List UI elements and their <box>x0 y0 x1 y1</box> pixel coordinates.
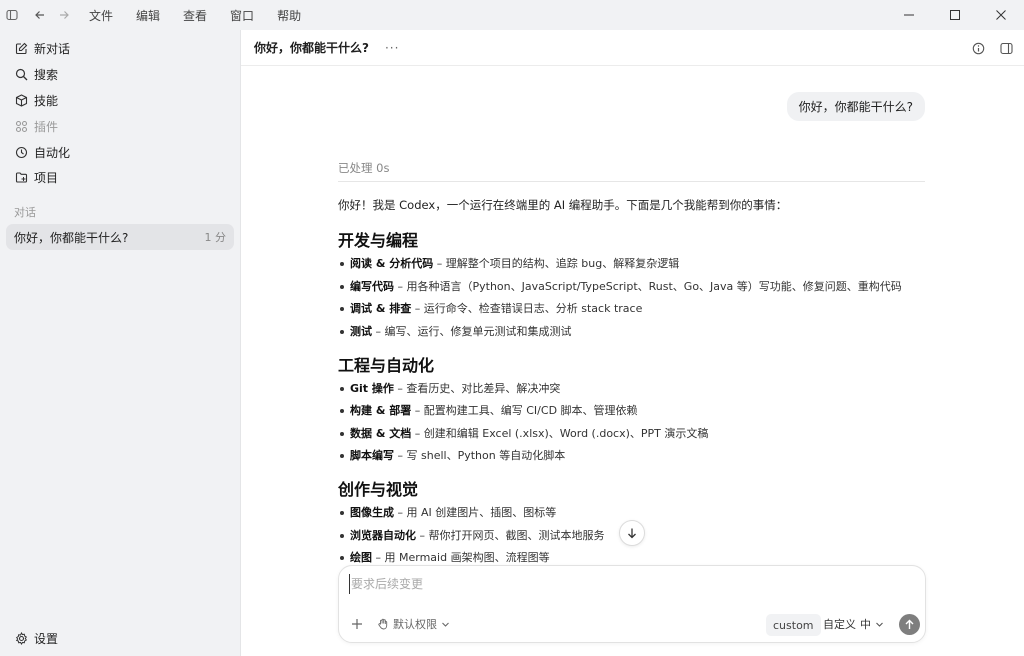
attach-button[interactable] <box>349 616 365 632</box>
sidebar-item-search[interactable]: 搜索 <box>8 62 234 86</box>
list-item: 编写代码 – 用各种语言（Python、JavaScript/TypeScrip… <box>338 279 938 295</box>
minimize-button[interactable] <box>886 0 932 30</box>
scrollbar[interactable] <box>1016 66 1024 656</box>
plus-icon <box>352 619 362 629</box>
chevron-down-icon <box>876 622 883 627</box>
panel-toggle-icon[interactable] <box>998 40 1014 56</box>
list-item: 测试 – 编写、运行、修复单元测试和集成测试 <box>338 324 938 340</box>
sidebar: 新对话 搜索 技能 插件 自动化 项目 对话 你好，你都能干什么? 1 分 设置 <box>0 30 241 656</box>
assistant-response: 你好！我是 Codex，一个运行在终端里的 AI 编程助手。下面是几个我能帮到你… <box>338 197 938 573</box>
maximize-icon <box>950 10 960 20</box>
gear-icon <box>14 631 28 645</box>
maximize-button[interactable] <box>932 0 978 30</box>
model-dropdown[interactable]: 自定义 中 <box>823 616 884 632</box>
chat-title: 你好，你都能干什么? <box>254 41 369 55</box>
forward-arrow-icon[interactable] <box>55 6 73 24</box>
scroll-to-bottom-button[interactable] <box>619 520 645 546</box>
menu-view[interactable]: 查看 <box>183 7 207 24</box>
model-effort: 中 <box>860 618 871 631</box>
search-icon <box>14 67 28 81</box>
model-label: 自定义 <box>823 618 856 631</box>
close-icon <box>996 10 1006 20</box>
user-message-bubble: 你好，你都能干什么? <box>786 92 925 121</box>
permission-dropdown[interactable]: 默认权限 <box>377 616 450 632</box>
menu-file[interactable]: 文件 <box>89 7 113 24</box>
processing-status[interactable]: 已处理 0s <box>338 160 389 176</box>
list-item: 脚本编写 – 写 shell、Python 等自动化脚本 <box>338 448 938 464</box>
chevron-down-icon <box>442 622 449 627</box>
clock-icon <box>14 145 28 159</box>
bullet-list: Git 操作 – 查看历史、对比差异、解决冲突 构建 & 部署 – 配置构建工具… <box>338 381 938 465</box>
message-input[interactable] <box>349 574 909 594</box>
section-heading: 工程与自动化 <box>338 355 435 375</box>
message-composer: 默认权限 custom 自定义 中 <box>338 565 926 643</box>
edit-icon <box>14 41 28 55</box>
menu-help[interactable]: 帮助 <box>277 7 301 24</box>
list-item: 调试 & 排查 – 运行命令、检查错误日志、分析 stack trace <box>338 301 938 317</box>
cube-icon <box>14 93 28 107</box>
arrow-down-icon <box>628 528 636 539</box>
main-panel: 你好，你都能干什么? ··· 你好，你都能干什么? 已处理 0s 你好！我是 C… <box>241 30 1024 656</box>
section-label-conversations: 对话 <box>14 206 36 219</box>
settings-label: 设置 <box>34 631 59 646</box>
more-options-button[interactable]: ··· <box>385 41 399 55</box>
conversation-title: 你好，你都能干什么? <box>14 230 129 245</box>
sidebar-item-plugins[interactable]: 插件 <box>8 114 234 138</box>
conversation-time: 1 分 <box>204 231 227 244</box>
list-item: 阅读 & 分析代码 – 理解整个项目的结构、追踪 bug、解释复杂逻辑 <box>338 256 938 272</box>
sidebar-item-label: 新对话 <box>34 41 71 56</box>
list-item: 构建 & 部署 – 配置构建工具、编写 CI/CD 脚本、管理依赖 <box>338 403 938 419</box>
sidebar-item-label: 搜索 <box>34 67 59 82</box>
sidebar-item-label: 自动化 <box>34 145 71 160</box>
hand-icon <box>378 618 388 630</box>
minimize-icon <box>904 14 914 16</box>
conversation-item[interactable]: 你好，你都能干什么? 1 分 <box>6 224 234 250</box>
info-icon[interactable] <box>970 40 986 56</box>
list-item: 数据 & 文档 – 创建和编辑 Excel (.xlsx)、Word (.doc… <box>338 426 938 442</box>
close-button[interactable] <box>978 0 1024 30</box>
response-intro: 你好！我是 Codex，一个运行在终端里的 AI 编程助手。下面是几个我能帮到你… <box>338 198 788 212</box>
list-item: 绘图 – 用 Mermaid 画架构图、流程图等 <box>338 550 938 566</box>
window-controls <box>886 0 1024 30</box>
sidebar-toggle-icon[interactable] <box>3 6 21 24</box>
section-heading: 创作与视觉 <box>338 480 419 499</box>
sidebar-item-automation[interactable]: 自动化 <box>8 140 234 164</box>
folder-icon <box>14 170 28 184</box>
sidebar-item-projects[interactable]: 项目 <box>8 165 234 189</box>
arrow-up-icon <box>905 619 914 629</box>
permission-label: 默认权限 <box>393 618 437 631</box>
title-bar: 文件 编辑 查看 窗口 帮助 <box>0 0 1024 30</box>
settings-button[interactable]: 设置 <box>8 626 234 650</box>
menu-window[interactable]: 窗口 <box>230 7 254 24</box>
list-item: Git 操作 – 查看历史、对比差异、解决冲突 <box>338 381 938 397</box>
section-heading: 开发与编程 <box>338 231 419 250</box>
sidebar-item-label: 技能 <box>34 93 59 108</box>
bullet-list: 阅读 & 分析代码 – 理解整个项目的结构、追踪 bug、解释复杂逻辑 编写代码… <box>338 256 938 340</box>
menu-bar: 文件 编辑 查看 窗口 帮助 <box>89 7 324 24</box>
divider <box>338 181 925 182</box>
list-item: 图像生成 – 用 AI 创建图片、插图、图标等 <box>338 505 938 521</box>
sidebar-item-label: 项目 <box>34 170 59 185</box>
sidebar-item-skills[interactable]: 技能 <box>8 88 234 112</box>
send-button[interactable] <box>899 614 920 635</box>
back-arrow-icon[interactable] <box>31 6 49 24</box>
chat-header: 你好，你都能干什么? ··· <box>241 30 1024 66</box>
menu-edit[interactable]: 编辑 <box>136 7 160 24</box>
custom-tag[interactable]: custom <box>766 614 821 636</box>
sidebar-item-label: 插件 <box>34 119 59 134</box>
sidebar-item-new-chat[interactable]: 新对话 <box>8 36 234 60</box>
grid-icon <box>14 119 28 133</box>
